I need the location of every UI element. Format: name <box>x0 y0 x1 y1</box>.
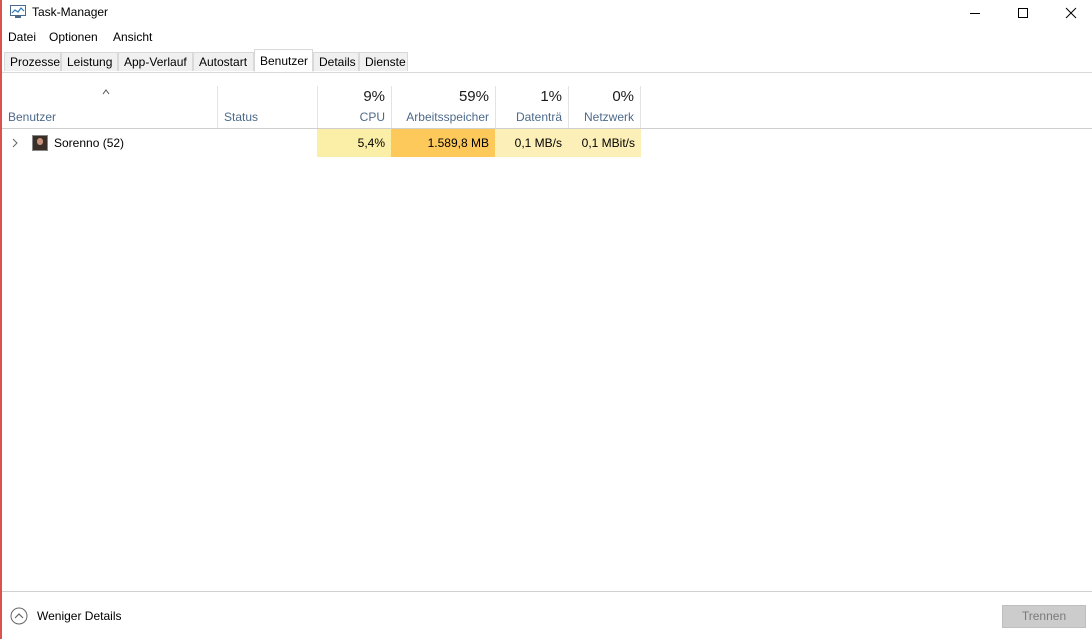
tab-app-verlauf[interactable]: App-Verlauf <box>118 52 193 71</box>
menu-item-datei[interactable]: Datei <box>8 30 36 44</box>
tab-prozesse[interactable]: Prozesse <box>4 52 61 71</box>
footer-bar: Weniger Details Trennen <box>2 591 1092 640</box>
fewer-details-link[interactable]: Weniger Details <box>37 609 121 623</box>
column-label-status: Status <box>224 110 259 124</box>
window-title: Task-Manager <box>32 5 109 19</box>
cpu-cell: 5,4% <box>317 129 391 157</box>
chevron-up-circle-icon[interactable] <box>10 607 28 625</box>
memory-cell: 1.589,8 MB <box>391 129 495 157</box>
maximize-button[interactable] <box>1000 0 1046 25</box>
column-header-user[interactable]: Benutzer <box>2 86 217 128</box>
menu-bar: Datei Optionen Ansicht <box>2 28 1092 46</box>
column-header-memory[interactable]: 59% Arbeitsspeicher <box>391 86 495 128</box>
menu-item-optionen[interactable]: Optionen <box>49 30 98 44</box>
disk-total: 1% <box>540 88 562 105</box>
maximize-icon <box>1018 7 1028 18</box>
column-label-memory: Arbeitsspeicher <box>406 110 489 124</box>
column-label-network: Netzwerk <box>583 110 634 124</box>
column-label-cpu: CPU <box>359 110 385 124</box>
close-icon <box>1065 7 1077 18</box>
task-manager-icon <box>10 5 26 19</box>
minimize-icon <box>970 12 980 14</box>
column-header-row: Benutzer Status 9% CPU 59% Arbeitsspeich… <box>2 86 1092 129</box>
network-total: 0% <box>612 88 634 105</box>
column-label-user: Benutzer <box>8 110 57 124</box>
tab-details[interactable]: Details <box>313 52 359 71</box>
chevron-right-icon[interactable] <box>11 137 19 151</box>
tab-benutzer[interactable]: Benutzer <box>254 49 313 72</box>
avatar <box>32 135 48 151</box>
column-label-disk: Datenträ <box>515 110 562 124</box>
memory-total: 59% <box>458 88 489 105</box>
column-header-network[interactable]: 0% Netzwerk <box>568 86 641 128</box>
cpu-total: 9% <box>363 88 385 105</box>
tab-autostart[interactable]: Autostart <box>193 52 254 71</box>
disk-cell: 0,1 MB/s <box>495 129 568 157</box>
close-button[interactable] <box>1048 0 1092 25</box>
column-header-cpu[interactable]: 9% CPU <box>317 86 391 128</box>
minimize-button[interactable] <box>952 0 998 25</box>
user-name: Sorenno (52) <box>54 136 125 150</box>
tab-strip: Prozesse Leistung App-Verlauf Autostart … <box>2 47 1092 73</box>
task-manager-window: Task-Manager Datei Optionen Ansicht Proz… <box>0 0 1092 640</box>
sort-ascending-icon <box>102 86 110 98</box>
title-bar: Task-Manager <box>2 0 1092 25</box>
column-header-status[interactable]: Status <box>217 86 317 128</box>
table-row[interactable]: Sorenno (52) 5,4% 1.589,8 MB 0,1 MB/s 0,… <box>2 129 1092 157</box>
column-header-disk[interactable]: 1% Datenträ <box>495 86 568 128</box>
network-cell: 0,1 MBit/s <box>568 129 641 157</box>
tab-leistung[interactable]: Leistung <box>61 52 118 71</box>
disconnect-button[interactable]: Trennen <box>1002 605 1086 628</box>
tab-dienste[interactable]: Dienste <box>359 52 408 71</box>
status-cell <box>217 129 317 157</box>
menu-item-ansicht[interactable]: Ansicht <box>113 30 152 44</box>
